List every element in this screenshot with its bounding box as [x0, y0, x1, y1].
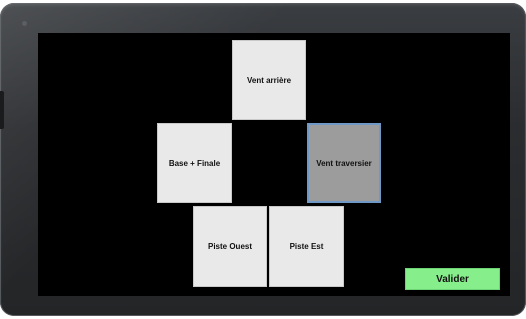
runway-west-label: Piste Ouest — [207, 242, 252, 251]
runway-east-button[interactable]: Piste Est — [269, 206, 344, 287]
base-final-button[interactable]: Base + Finale — [157, 123, 232, 203]
validate-label: Valider — [436, 273, 469, 285]
crosswind-label: Vent traversier — [316, 158, 372, 168]
downwind-label: Vent arrière — [246, 75, 292, 85]
downwind-button[interactable]: Vent arrière — [232, 40, 306, 120]
base-final-label: Base + Finale — [168, 158, 221, 168]
side-button — [0, 91, 4, 129]
runway-east-label: Piste Est — [289, 242, 324, 251]
crosswind-button[interactable]: Vent traversier — [307, 123, 381, 203]
validate-button[interactable]: Valider — [405, 268, 500, 290]
runway-west-button[interactable]: Piste Ouest — [193, 206, 267, 287]
camera-icon — [22, 21, 27, 26]
